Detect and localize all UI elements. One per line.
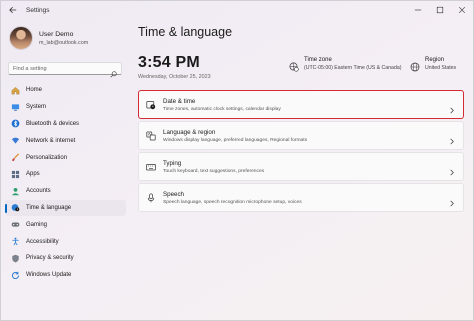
region-value: United States [425,65,457,71]
sidebar-nav: Home System Bluetooth & devices Network … [5,82,126,284]
minimize-button[interactable] [407,1,429,19]
avatar [9,26,33,50]
search-icon[interactable] [110,65,117,83]
language-icon [146,131,156,141]
card-subtitle: Speech language, speech recognition micr… [163,199,302,205]
globe-clock-icon [11,203,20,212]
region-label: Region [425,57,445,63]
update-icon [11,271,20,280]
microphone-icon [146,192,156,203]
title-bar: Settings [1,1,473,19]
sidebar-item-label: Gaming [26,221,48,228]
maximize-button[interactable] [429,1,451,19]
card-title: Typing [163,159,182,167]
card-title: Speech [163,190,184,198]
sidebar: User Demo m_lab@outlook.com Home Syste [1,19,129,321]
system-icon [11,103,20,112]
globe-clock-icon [289,59,299,72]
apps-icon [11,170,20,179]
accounts-icon [11,187,20,196]
profile-name: User Demo [39,30,74,38]
timezone-label: Time zone [304,57,332,63]
sidebar-item-label: Accounts [26,188,51,195]
chevron-right-icon [449,132,455,150]
timezone-value: (UTC-05:00) Eastern Time (US & Canada) [304,65,402,71]
chevron-right-icon [449,101,455,119]
current-time: 3:54 PM [138,54,200,71]
card-typing[interactable]: Typing Touch keyboard, text suggestions,… [138,152,464,181]
search-input[interactable] [13,65,108,72]
sidebar-item-system[interactable]: System [5,99,126,116]
sidebar-item-accessibility[interactable]: Accessibility [5,233,126,250]
sidebar-item-bluetooth[interactable]: Bluetooth & devices [5,116,126,133]
page-title: Time & language [138,25,233,39]
home-icon [11,86,20,95]
globe-icon [410,59,420,72]
sidebar-item-personalization[interactable]: Personalization [5,149,126,166]
close-button[interactable] [451,1,473,19]
sidebar-item-label: Bluetooth & devices [26,120,80,127]
accessibility-icon [11,237,20,246]
timezone-summary: Time zone (UTC-05:00) Eastern Time (US &… [289,57,402,72]
close-icon [458,6,466,14]
sidebar-item-label: Personalization [26,154,68,161]
region-summary: Region United States [410,57,457,72]
sidebar-item-privacy-security[interactable]: Privacy & security [5,250,126,267]
sidebar-item-label: Apps [26,171,40,178]
sidebar-item-label: Privacy & security [26,255,74,262]
sidebar-item-time-language[interactable]: Time & language [5,199,126,217]
card-language-region[interactable]: Language & region Windows display langua… [138,121,464,150]
sidebar-item-label: Network & internet [26,137,76,144]
sidebar-item-network[interactable]: Network & internet [5,132,126,149]
card-subtitle: Windows display language, preferred lang… [163,137,308,143]
sidebar-item-label: Accessibility [26,238,59,245]
card-title: Language & region [163,128,216,136]
current-date: Wednesday, October 25, 2023 [138,74,211,80]
sidebar-item-label: Time & language [26,204,72,211]
card-speech[interactable]: Speech Speech language, speech recogniti… [138,183,464,212]
card-subtitle: Touch keyboard, text suggestions, prefer… [163,168,265,174]
minimize-icon [414,9,422,11]
sidebar-item-gaming[interactable]: Gaming [5,216,126,233]
sidebar-item-accounts[interactable]: Accounts [5,183,126,200]
back-arrow-icon [9,6,17,14]
shield-icon [11,254,20,263]
sidebar-item-label: Home [26,87,43,94]
gaming-icon [11,220,20,229]
window-controls [407,1,473,19]
card-subtitle: Time zones, automatic clock settings, ca… [163,106,281,112]
card-date-time[interactable]: Date & time Time zones, automatic clock … [138,90,464,119]
sidebar-item-apps[interactable]: Apps [5,166,126,183]
sidebar-item-windows-update[interactable]: Windows Update [5,267,126,284]
settings-window: Settings User Demo m_lab@outlook.com Fin… [0,0,474,321]
sidebar-item-label: Windows Update [26,272,72,279]
sidebar-item-home[interactable]: Home [5,82,126,99]
sidebar-item-label: System [26,104,47,111]
main-content: Time & language 3:54 PM Wednesday, Octob… [129,19,474,321]
brush-icon [11,153,20,162]
clock-icon [146,100,156,110]
back-button[interactable] [4,1,22,19]
keyboard-icon [146,162,156,172]
profile-email: m_lab@outlook.com [39,39,89,46]
search-box[interactable] [8,62,122,78]
bluetooth-icon [11,119,20,128]
chevron-right-icon [449,194,455,212]
chevron-right-icon [449,163,455,181]
app-title: Settings [26,6,50,14]
card-title: Date & time [163,97,196,105]
user-profile[interactable]: User Demo m_lab@outlook.com [9,26,88,50]
network-icon [11,136,20,145]
maximize-icon [436,6,444,14]
